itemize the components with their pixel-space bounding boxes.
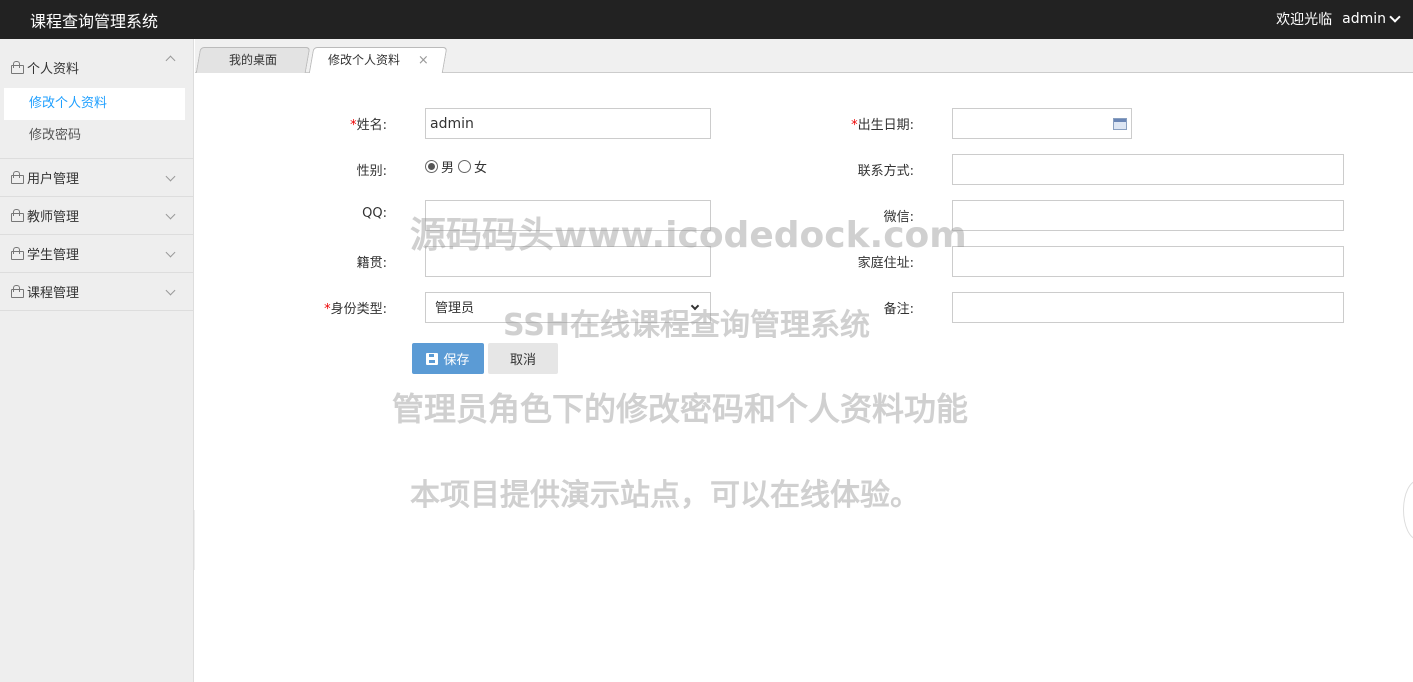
app-title: 课程查询管理系统 (30, 12, 159, 31)
qq-label: QQ: (362, 206, 387, 221)
lock-icon (10, 209, 24, 222)
menu-head-students[interactable]: 学生管理 (0, 235, 193, 272)
menu-group-students: 学生管理 (0, 235, 193, 273)
save-button[interactable]: 保存 (412, 343, 484, 374)
gender-female-radio[interactable] (458, 160, 472, 173)
gender-male-radio[interactable] (425, 160, 438, 173)
remark-input[interactable] (952, 292, 1344, 323)
name-input[interactable] (425, 108, 711, 139)
gender-radio-group: 男 女 (425, 157, 491, 176)
menu-group-teachers: 教师管理 (0, 197, 193, 235)
close-icon[interactable]: × (417, 53, 428, 68)
chevron-down-icon (165, 285, 176, 296)
menu-head-profile[interactable]: 个人资料 (0, 39, 193, 88)
identity-select[interactable]: 管理员 (425, 292, 711, 323)
tab-bar: 我的桌面 修改个人资料 × (195, 39, 1413, 74)
sidebar-item-change-password[interactable]: 修改密码 (0, 120, 185, 152)
identity-selected-value: 管理员 (435, 301, 475, 316)
address-label: 家庭住址: (857, 256, 914, 271)
chevron-down-icon (165, 209, 176, 220)
contact-input[interactable] (952, 154, 1344, 185)
gender-female-label: 女 (474, 161, 488, 176)
lock-icon (10, 61, 24, 74)
menu-group-courses: 课程管理 (0, 273, 193, 311)
contact-label: 联系方式: (857, 164, 914, 179)
chevron-down-icon (165, 247, 176, 258)
lock-icon (10, 247, 24, 260)
save-icon (426, 352, 439, 365)
address-input[interactable] (952, 246, 1344, 277)
menu-label: 用户管理 (27, 172, 80, 187)
menu-label: 课程管理 (27, 286, 80, 301)
tab-edit-profile[interactable]: 修改个人资料 × (308, 47, 448, 74)
sidebar: 个人资料 修改个人资料 修改密码 用户管理 教师管理 学生管理 课程管理 (0, 39, 194, 682)
menu-label: 学生管理 (27, 248, 80, 263)
submenu-profile: 修改个人资料 修改密码 (0, 88, 193, 159)
chevron-up-icon (165, 55, 176, 66)
menu-label: 教师管理 (27, 210, 80, 225)
tab-label: 我的桌面 (228, 53, 277, 67)
name-label: *姓名: (350, 118, 387, 133)
menu-head-courses[interactable]: 课程管理 (0, 273, 193, 310)
gender-male-label: 男 (441, 161, 455, 176)
lock-icon (10, 171, 24, 184)
cancel-button[interactable]: 取消 (488, 343, 558, 374)
chevron-down-icon (690, 301, 700, 311)
tab-desktop[interactable]: 我的桌面 (195, 47, 311, 73)
origin-input[interactable] (425, 246, 711, 277)
identity-label: *身份类型: (324, 302, 387, 317)
wechat-label: 微信: (883, 210, 914, 225)
gender-label: 性别: (356, 164, 387, 179)
menu-head-teachers[interactable]: 教师管理 (0, 197, 193, 234)
wechat-input[interactable] (952, 200, 1344, 231)
sidebar-item-edit-profile[interactable]: 修改个人资料 (4, 88, 185, 120)
calendar-icon[interactable] (1113, 118, 1127, 130)
tab-label: 修改个人资料 (327, 53, 400, 67)
origin-label: 籍贯: (356, 256, 387, 271)
birth-label: *出生日期: (851, 118, 914, 133)
chevron-down-icon (1389, 11, 1401, 23)
lock-icon (10, 285, 24, 298)
menu-label: 个人资料 (27, 62, 80, 77)
top-navbar: 课程查询管理系统 欢迎光临 admin (0, 0, 1413, 39)
birth-date-input[interactable] (952, 108, 1132, 139)
remark-label: 备注: (883, 302, 914, 317)
user-menu[interactable]: 欢迎光临 admin (1276, 9, 1401, 29)
menu-group-profile: 个人资料 (0, 39, 193, 88)
welcome-text: 欢迎光临 (1276, 12, 1333, 28)
profile-form: *姓名: *出生日期: 性别: 男 女 联系方式: QQ: 微信: 籍贯: 家庭… (195, 73, 1413, 682)
chevron-down-icon (165, 171, 176, 182)
username: admin (1342, 11, 1386, 27)
menu-head-users[interactable]: 用户管理 (0, 159, 193, 196)
menu-group-users: 用户管理 (0, 159, 193, 197)
qq-input[interactable] (425, 200, 711, 231)
